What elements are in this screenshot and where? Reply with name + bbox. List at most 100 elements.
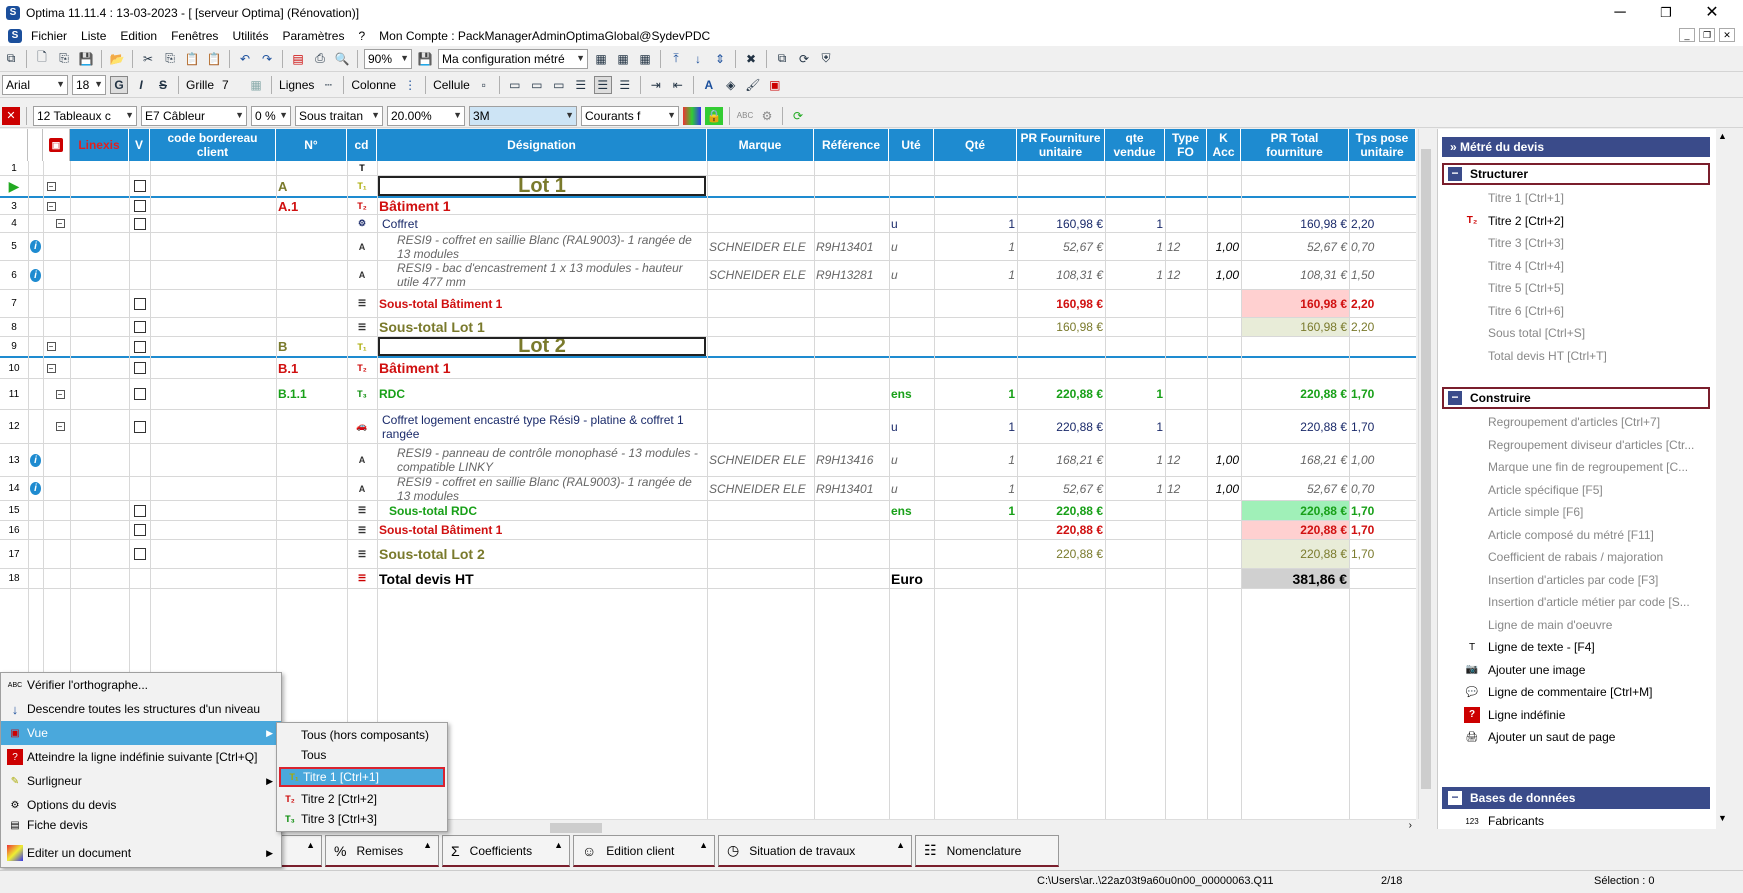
tab-coefficients[interactable]: Σ Coefficients ▲ xyxy=(442,835,570,867)
move-updown-icon[interactable]: ⇕ xyxy=(711,50,729,68)
col-header-reference[interactable]: Référence xyxy=(814,129,889,161)
table-row[interactable]: 13 i A RESI9 - panneau de contrôle monophas… xyxy=(0,444,1416,477)
font-select[interactable]: Arial ▼ xyxy=(2,74,68,95)
checkbox[interactable] xyxy=(133,420,146,433)
align-right-icon[interactable]: ☰ xyxy=(616,76,634,94)
grid-vertical-scrollbar[interactable] xyxy=(1418,129,1432,819)
menu-fichier[interactable]: Fichier xyxy=(24,29,74,43)
config-select[interactable]: Ma configuration métré ▼ xyxy=(438,48,588,69)
copy-icon[interactable]: ⎘ xyxy=(161,50,179,68)
col-header-num[interactable]: N° xyxy=(276,129,347,161)
panel-item-structurer-5[interactable]: Titre 5 [Ctrl+5] xyxy=(1464,277,1710,299)
mdi-minimize-icon[interactable]: _ xyxy=(1679,28,1695,42)
ctx-vue[interactable]: ▣ Vue ▶ xyxy=(1,721,281,745)
panel-item-construire-12[interactable]: 📷 Ajouter une image xyxy=(1464,659,1710,681)
font-color-icon[interactable]: A xyxy=(700,76,718,94)
grille-value[interactable]: 7 xyxy=(219,75,243,95)
save-icon[interactable]: 💾 xyxy=(77,50,95,68)
table-row[interactable]: 14 i A RESI9 - coffret en saillie Blanc (RA… xyxy=(0,477,1416,501)
col-header-ute[interactable]: Uté xyxy=(889,129,934,161)
checkbox[interactable] xyxy=(133,321,146,333)
info-cell[interactable]: i xyxy=(28,477,43,500)
panel-item-construire-4[interactable]: Article spécifique [F5] xyxy=(1464,479,1710,501)
panel-item-structurer-4[interactable]: Titre 4 [Ctrl+4] xyxy=(1464,255,1710,277)
tree-toggle[interactable]: − xyxy=(52,379,68,409)
row-checkbox[interactable] xyxy=(129,290,150,317)
font-size-select[interactable]: 18 ▼ xyxy=(72,74,106,95)
panel-item-structurer-7[interactable]: Sous total [Ctrl+S] xyxy=(1464,322,1710,344)
row-checkbox[interactable] xyxy=(129,540,150,568)
row-checkbox[interactable] xyxy=(129,176,150,196)
info-cell[interactable]: i xyxy=(28,233,43,260)
panel-item-construire-9[interactable]: Insertion d'article métier par code [S..… xyxy=(1464,591,1710,613)
table-icon-2[interactable]: ▦ xyxy=(614,50,632,68)
table-row[interactable]: 6 i A RESI9 - bac d'encastrement 1 x 13 mod… xyxy=(0,261,1416,290)
courants-select[interactable]: Courants f ▼ xyxy=(581,105,679,126)
panel-item-construire-11[interactable]: T Ligne de texte - [F4] xyxy=(1464,636,1710,658)
panel-item-construire-15[interactable]: 🖨 Ajouter un saut de page xyxy=(1464,726,1710,748)
sub-titre-2[interactable]: T₂ Titre 2 [Ctrl+2] xyxy=(277,789,447,809)
panel-item-construire-6[interactable]: Article composé du métré [F11] xyxy=(1464,524,1710,546)
col-header-marque[interactable]: Marque xyxy=(707,129,814,161)
tab-situation-travaux[interactable]: ◷ Situation de travaux ▲ xyxy=(718,835,912,867)
format-brush-icon[interactable]: 🖌 xyxy=(744,76,762,94)
col-header-linexis[interactable]: Linexis xyxy=(70,129,129,161)
ctx-fiche-devis[interactable]: ▤ Fiche devis xyxy=(1,815,281,835)
panel-item-construire-7[interactable]: Coefficient de rabais / majoration xyxy=(1464,546,1710,568)
row-checkbox[interactable] xyxy=(129,358,150,378)
table-row[interactable]: 10 − B.1 T₂ Bâtiment 1 xyxy=(0,358,1416,379)
windows-icon[interactable]: ⧉ xyxy=(2,50,20,68)
strike-button[interactable]: S xyxy=(154,76,172,94)
tab-nomenclature[interactable]: ☷ Nomenclature xyxy=(915,835,1059,867)
checkbox[interactable] xyxy=(133,340,146,353)
percent-select[interactable]: 0 % ▼ xyxy=(251,105,291,126)
open-folder-icon[interactable]: 📂 xyxy=(108,50,126,68)
menu-fenetres[interactable]: Fenêtres xyxy=(164,29,225,43)
tree-toggle[interactable]: − xyxy=(52,410,68,443)
sous-traitant-select[interactable]: Sous traitan ▼ xyxy=(295,105,383,126)
mdi-restore-icon[interactable]: ❐ xyxy=(1699,28,1715,42)
table-row[interactable]: 7 ☰ Sous-total Bâtiment 1 160,98 €160,98 €2… xyxy=(0,290,1416,318)
col-header-qte-vendue[interactable]: qte vendue xyxy=(1105,129,1165,161)
col-header-pr-fourn[interactable]: PR Fourniture unitaire xyxy=(1017,129,1105,161)
table-row[interactable]: 5 i A RESI9 - coffret en saillie Blanc (RAL… xyxy=(0,233,1416,261)
panel-item-construire-5[interactable]: Article simple [F6] xyxy=(1464,501,1710,523)
table-row[interactable]: ▶ − A T₁ Lot 1 xyxy=(0,176,1416,198)
color-palette-icon[interactable] xyxy=(683,106,701,125)
outdent-icon[interactable]: ⇤ xyxy=(669,76,687,94)
panel-item-structurer-2[interactable]: T₂ Titre 2 [Ctrl+2] xyxy=(1464,210,1710,232)
spellcheck-icon[interactable]: ABC xyxy=(736,107,754,125)
col-header-blank[interactable] xyxy=(28,129,43,161)
col-header-v[interactable]: V xyxy=(129,129,150,161)
save-config-icon[interactable]: 💾 xyxy=(416,50,434,68)
table-row[interactable]: 4 − ⚙ Coffret u 1 160,98 € 1 160,98 € 2,20 xyxy=(0,215,1416,233)
row-checkbox[interactable] xyxy=(129,501,150,520)
sub-titre-1[interactable]: T₁ Titre 1 [Ctrl+1] xyxy=(279,767,445,787)
table-icon-1[interactable]: ▦ xyxy=(592,50,610,68)
indent-icon[interactable]: ⇥ xyxy=(647,76,665,94)
table-row[interactable]: 1T xyxy=(0,161,1416,176)
structurer-section[interactable]: − Structurer xyxy=(1442,163,1710,185)
checkbox[interactable] xyxy=(133,388,146,400)
panel-item-construire-8[interactable]: Insertion d'articles par code [F3] xyxy=(1464,569,1710,591)
zoom-select[interactable]: 90% ▼ xyxy=(364,48,412,69)
checkbox[interactable] xyxy=(133,180,146,192)
menu-liste[interactable]: Liste xyxy=(74,29,113,43)
ctx-ligne-indefinie[interactable]: ? Atteindre la ligne indéfinie suivante [… xyxy=(1,745,281,769)
col-header-icon[interactable]: ▣ xyxy=(43,129,70,161)
tree-toggle[interactable]: − xyxy=(43,176,59,196)
sub-tous[interactable]: Tous xyxy=(277,745,447,765)
move-down-icon[interactable]: ↓ xyxy=(689,50,707,68)
panel-item-construire-2[interactable]: Regroupement diviseur d'articles [Ctr... xyxy=(1464,434,1710,456)
undo-icon[interactable]: ↶ xyxy=(236,50,254,68)
construire-section[interactable]: − Construire xyxy=(1442,387,1710,409)
ctx-options-devis[interactable]: ⚙ Options du devis xyxy=(1,795,281,815)
settings-icon[interactable]: ⚙ xyxy=(758,107,776,125)
row-checkbox[interactable] xyxy=(129,215,150,232)
print-icon[interactable]: ⎙ xyxy=(311,50,329,68)
table-row[interactable]: 18 ☰ Total devis HT Euro 381,86 € xyxy=(0,569,1416,589)
panel-item-structurer-3[interactable]: Titre 3 [Ctrl+3] xyxy=(1464,232,1710,254)
ctx-spellcheck[interactable]: ABC Vérifier l'orthographe... xyxy=(1,673,281,697)
border-top-icon[interactable]: ▭ xyxy=(506,76,524,94)
panel-item-fabricants[interactable]: 123 Fabricants xyxy=(1464,810,1710,829)
